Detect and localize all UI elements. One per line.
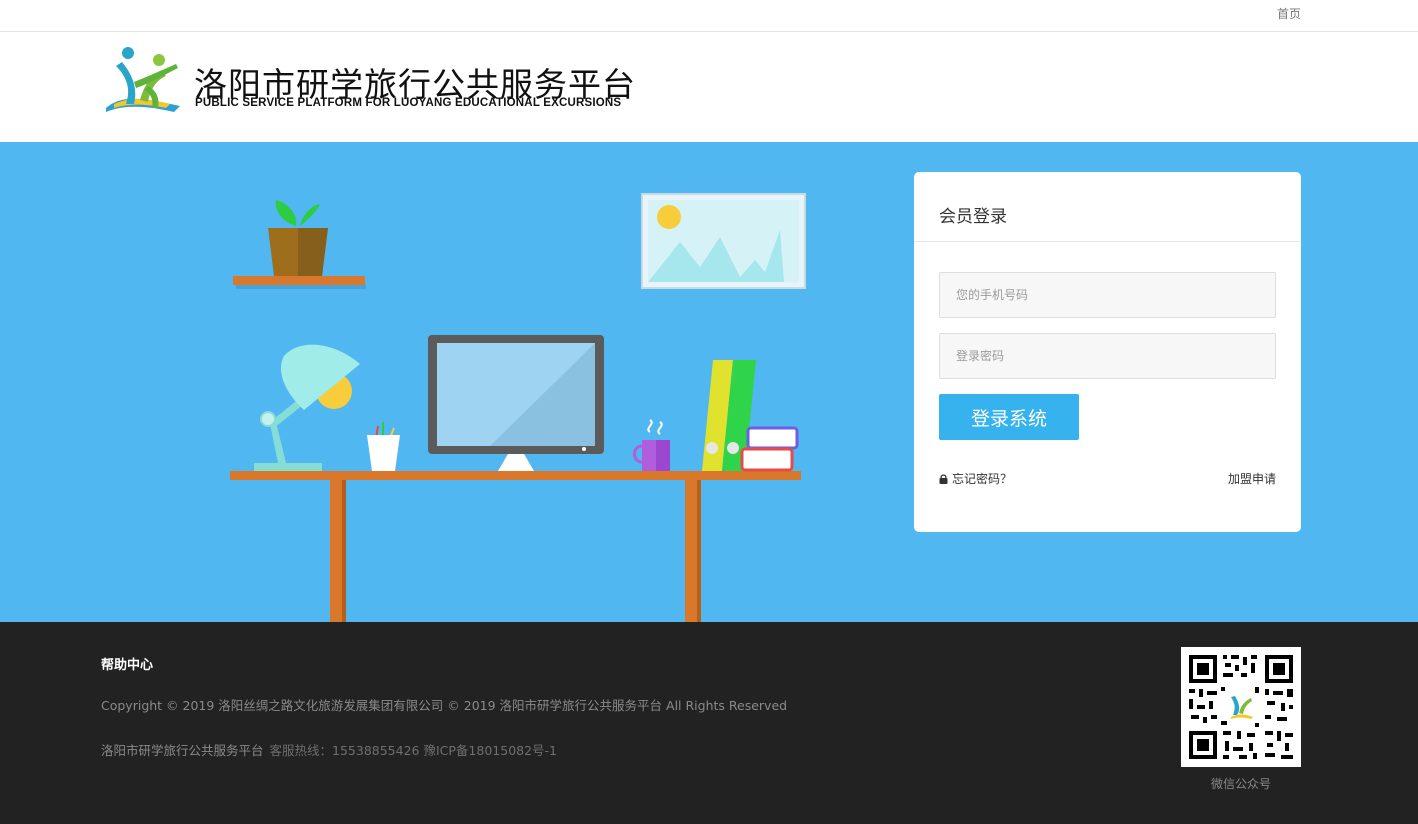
top-bar: 首页: [0, 0, 1418, 32]
hero-banner: 会员登录 登录系统 忘记密码？ 加盟申请: [0, 142, 1418, 622]
password-input[interactable]: [939, 333, 1276, 379]
qr-code-icon: [1181, 647, 1301, 767]
site-subtitle: PUBLIC SERVICE PLATFORM FOR LUOYANG EDUC…: [195, 97, 622, 109]
forgot-password-link[interactable]: 忘记密码？: [939, 470, 1012, 487]
lamp-illustration: [254, 344, 360, 471]
site-header: 洛阳市研学旅行公共服务平台 PUBLIC SERVICE PLATFORM FO…: [0, 32, 1418, 142]
logo-icon: [106, 47, 180, 112]
mug-illustration: [633, 419, 670, 471]
home-link[interactable]: 首页: [1277, 5, 1301, 22]
desk-illustration-table: [230, 471, 801, 622]
divider: [914, 241, 1301, 242]
wall-picture-illustration: [641, 193, 806, 289]
login-button[interactable]: 登录系统: [939, 394, 1079, 440]
phone-input[interactable]: [939, 272, 1276, 318]
join-application-link[interactable]: 加盟申请: [1228, 470, 1276, 487]
books-illustration: [702, 360, 799, 472]
monitor-illustration: [428, 335, 604, 471]
login-title: 会员登录: [939, 207, 1007, 227]
footer-site-name: 洛阳市研学旅行公共服务平台: [101, 743, 264, 758]
forgot-password-label: 忘记密码？: [952, 472, 1013, 486]
footer-site-info: 洛阳市研学旅行公共服务平台 客服热线：15538855426 豫ICP备18015…: [101, 740, 557, 759]
help-center-link[interactable]: 帮助中心: [101, 654, 153, 673]
plant-shelf-illustration: [233, 200, 366, 289]
qr-caption: 微信公众号: [1210, 777, 1271, 791]
copyright-text: Copyright © 2019 洛阳丝绸之路文化旅游发展集团有限公司 © 20…: [101, 698, 788, 713]
pencil-cup-illustration: [367, 422, 400, 471]
login-card: 会员登录 登录系统 忘记密码？ 加盟申请: [914, 172, 1301, 532]
site-footer: 帮助中心 Copyright © 2019 洛阳丝绸之路文化旅游发展集团有限公司…: [0, 622, 1418, 824]
lock-icon: [939, 474, 948, 484]
hotline-text: 客服热线：15538855426 豫ICP备18015082号-1: [269, 743, 558, 758]
